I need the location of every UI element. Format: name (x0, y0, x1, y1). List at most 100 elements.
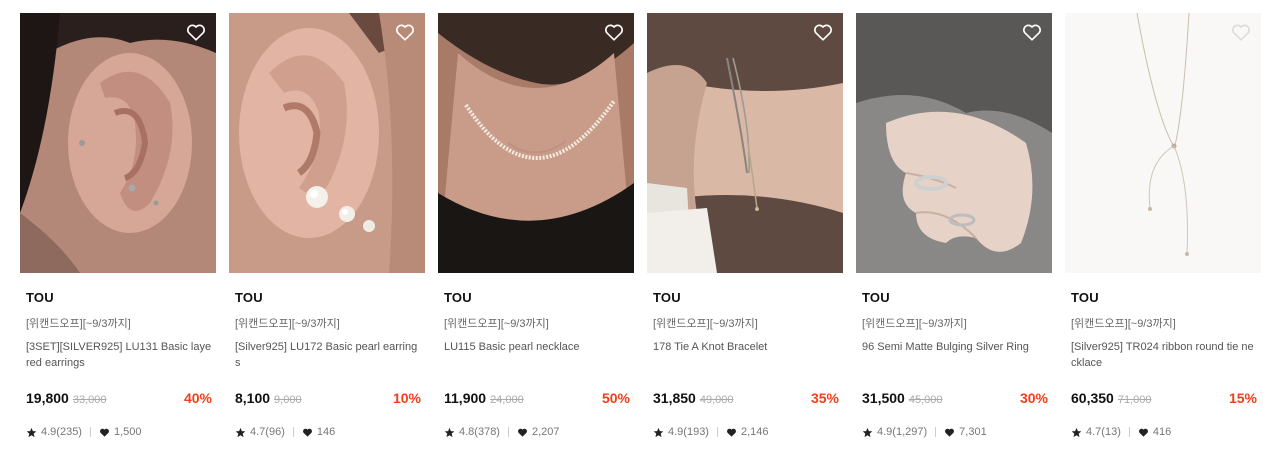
star-icon (444, 427, 455, 438)
heart-filled-icon (99, 427, 110, 438)
ribbon-necklace-product-photo (1065, 13, 1261, 273)
original-price: 9,000 (274, 394, 302, 406)
star-icon (26, 427, 37, 438)
star-icon (862, 427, 873, 438)
heart-filled-icon (517, 427, 528, 438)
product-stats: 4.9(235) 1,500 (26, 426, 142, 438)
sale-price-value: 8,100 (235, 390, 271, 406)
wishlist-heart-icon[interactable] (185, 21, 207, 43)
star-icon (235, 427, 246, 438)
brand-name[interactable]: TOU (862, 290, 890, 305)
discount-rate: 35% (810, 390, 839, 406)
product-card[interactable]: TOU [위캔드오프][~9/3까지] [3SET][SILVER925] LU… (20, 13, 216, 463)
product-card[interactable]: TOU [위캔드오프][~9/3까지] [Silver925] LU172 Ba… (229, 13, 425, 463)
product-stats: 4.7(13) 416 (1071, 426, 1171, 438)
product-image[interactable] (229, 13, 425, 273)
rating-value: 4.7(96) (250, 426, 285, 438)
discount-rate: 50% (601, 390, 630, 406)
neck-pearl-necklace-photo (438, 13, 634, 273)
rating-value: 4.7(13) (1086, 426, 1121, 438)
sale-price: 60,350 71,000 (1071, 390, 1151, 406)
promo-tag: [위캔드오프][~9/3까지] (444, 318, 549, 330)
product-stats: 4.9(1,297) 7,301 (862, 426, 987, 438)
likes-count: 2,207 (531, 426, 560, 438)
heart-filled-icon (302, 427, 313, 438)
wrist-bracelet-photo (647, 13, 843, 273)
heart-filled-icon (1138, 427, 1149, 438)
brand-name[interactable]: TOU (1071, 290, 1099, 305)
product-title[interactable]: LU115 Basic pearl necklace (444, 339, 630, 355)
discount-rate: 40% (183, 390, 212, 406)
promo-tag: [위캔드오프][~9/3까지] (26, 318, 131, 330)
brand-name[interactable]: TOU (26, 290, 54, 305)
product-image[interactable] (1065, 13, 1261, 273)
product-stats: 4.8(378) 2,207 (444, 426, 560, 438)
divider (507, 427, 509, 437)
promo-tag: [위캔드오프][~9/3까지] (653, 318, 758, 330)
sale-price-value: 31,850 (653, 390, 696, 406)
discount-rate: 15% (1228, 390, 1257, 406)
wishlist-heart-icon[interactable] (1230, 21, 1252, 43)
hand-ring-photo (856, 13, 1052, 273)
wishlist-heart-icon[interactable] (1021, 21, 1043, 43)
wishlist-heart-icon[interactable] (812, 21, 834, 43)
original-price: 45,000 (908, 394, 943, 406)
product-card[interactable]: TOU [위캔드오프][~9/3까지] [Silver925] TR024 ri… (1065, 13, 1261, 463)
star-icon (1071, 427, 1082, 438)
rating-value: 4.9(1,297) (877, 426, 928, 438)
sale-price: 31,500 45,000 (862, 390, 942, 406)
divider (292, 427, 294, 437)
ear-stud-earrings-photo (20, 13, 216, 273)
product-card[interactable]: TOU [위캔드오프][~9/3까지] 178 Tie A Knot Brace… (647, 13, 843, 463)
sale-price-value: 19,800 (26, 390, 69, 406)
divider (1128, 427, 1130, 437)
likes-count: 146 (316, 426, 336, 438)
likes-count: 1,500 (113, 426, 142, 438)
wishlist-heart-icon[interactable] (394, 21, 416, 43)
heart-filled-icon (944, 427, 955, 438)
product-image[interactable] (647, 13, 843, 273)
sale-price-value: 31,500 (862, 390, 905, 406)
divider (89, 427, 91, 437)
wishlist-heart-icon[interactable] (603, 21, 625, 43)
divider (716, 427, 718, 437)
likes-count: 7,301 (959, 426, 987, 438)
brand-name[interactable]: TOU (444, 290, 472, 305)
original-price: 33,000 (72, 394, 107, 406)
product-title[interactable]: [Silver925] TR024 ribbon round tie neckl… (1071, 339, 1257, 371)
sale-price: 31,850 49,000 (653, 390, 733, 406)
sale-price-value: 60,350 (1071, 390, 1114, 406)
rating-value: 4.8(378) (459, 426, 500, 438)
promo-tag: [위캔드오프][~9/3까지] (862, 318, 967, 330)
sale-price: 8,100 9,000 (235, 390, 302, 406)
product-stats: 4.9(193) 2,146 (653, 426, 769, 438)
sale-price: 11,900 24,000 (444, 390, 524, 406)
product-title[interactable]: 96 Semi Matte Bulging Silver Ring (862, 339, 1048, 355)
brand-name[interactable]: TOU (235, 290, 263, 305)
discount-rate: 10% (392, 390, 421, 406)
divider (935, 427, 937, 437)
product-grid: TOU [위캔드오프][~9/3까지] [3SET][SILVER925] LU… (0, 0, 1266, 472)
product-title[interactable]: [3SET][SILVER925] LU131 Basic layered ea… (26, 339, 212, 371)
sale-price: 19,800 33,000 (26, 390, 106, 406)
product-title[interactable]: [Silver925] LU172 Basic pearl earrings (235, 339, 421, 371)
likes-count: 2,146 (740, 426, 769, 438)
ear-pearl-earrings-photo (229, 13, 425, 273)
product-image[interactable] (438, 13, 634, 273)
product-image[interactable] (20, 13, 216, 273)
rating-value: 4.9(235) (41, 426, 82, 438)
promo-tag: [위캔드오프][~9/3까지] (1071, 318, 1176, 330)
star-icon (653, 427, 664, 438)
rating-value: 4.9(193) (668, 426, 709, 438)
promo-tag: [위캔드오프][~9/3까지] (235, 318, 340, 330)
product-image[interactable] (856, 13, 1052, 273)
brand-name[interactable]: TOU (653, 290, 681, 305)
original-price: 71,000 (1117, 394, 1152, 406)
product-stats: 4.7(96) 146 (235, 426, 335, 438)
heart-filled-icon (726, 427, 737, 438)
original-price: 49,000 (699, 394, 734, 406)
product-card[interactable]: TOU [위캔드오프][~9/3까지] LU115 Basic pearl ne… (438, 13, 634, 463)
sale-price-value: 11,900 (444, 390, 487, 406)
product-card[interactable]: TOU [위캔드오프][~9/3까지] 96 Semi Matte Bulgin… (856, 13, 1052, 463)
product-title[interactable]: 178 Tie A Knot Bracelet (653, 339, 839, 355)
